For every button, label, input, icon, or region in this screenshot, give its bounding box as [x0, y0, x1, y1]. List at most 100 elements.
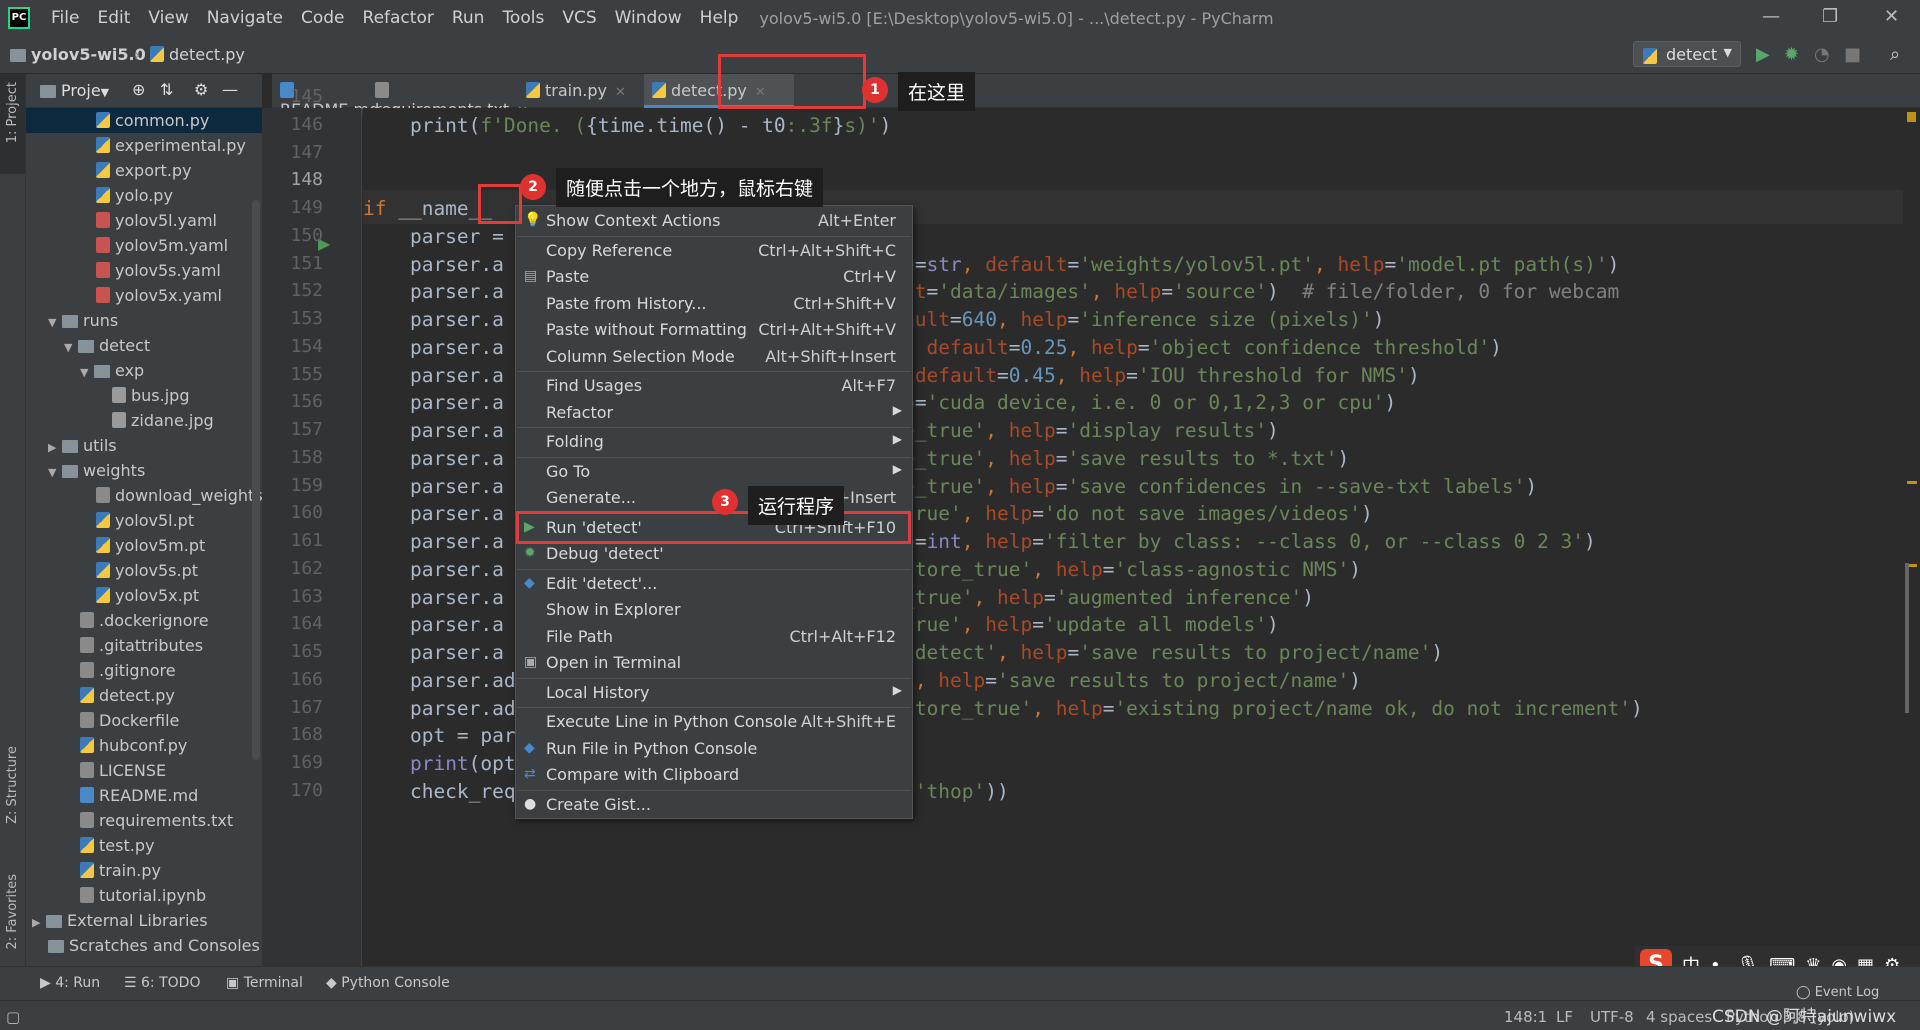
chevron-right-icon[interactable]: ▶: [32, 910, 46, 933]
tree-item[interactable]: experimental.py: [26, 133, 262, 158]
chevron-down-icon[interactable]: ▼: [48, 310, 62, 333]
scroll-thumb[interactable]: [1905, 563, 1909, 713]
tree-item[interactable]: yolov5x.yaml: [26, 283, 262, 308]
gear-icon[interactable]: ⚙: [194, 80, 208, 99]
tool-windows-icon[interactable]: ▢: [6, 1008, 20, 1026]
menu-navigate[interactable]: Navigate: [198, 8, 292, 28]
menu-item-file-path[interactable]: File Path Ctrl+Alt+F12: [516, 624, 912, 650]
editor-scrollbar[interactable]: [1903, 108, 1920, 966]
menu-item-execute-line-in-python-console[interactable]: Execute Line in Python Console Alt+Shift+…: [516, 709, 912, 735]
tree-item[interactable]: yolov5s.pt: [26, 558, 262, 583]
menu-item-open-in-terminal[interactable]: ▣ Open in Terminal: [516, 650, 912, 676]
menu-file[interactable]: File: [42, 8, 88, 28]
menu-item-edit-detect[interactable]: ◆ Edit 'detect'...: [516, 571, 912, 597]
tree-item[interactable]: yolov5l.pt: [26, 508, 262, 533]
menu-help[interactable]: Help: [691, 8, 748, 28]
tree-item[interactable]: ▼ exp: [26, 358, 262, 383]
menu-item-run-file-in-python-console[interactable]: ◆ Run File in Python Console: [516, 736, 912, 762]
menu-window[interactable]: Window: [606, 8, 691, 28]
run-tool-tab[interactable]: ▶ 4: Run: [40, 975, 100, 991]
tree-item[interactable]: common.py: [26, 108, 262, 133]
maximize-icon[interactable]: ❐: [1822, 6, 1838, 27]
tree-item[interactable]: yolov5x.pt: [26, 583, 262, 608]
file-encoding[interactable]: UTF-8: [1590, 1008, 1634, 1026]
menu-item-paste-from-history[interactable]: Paste from History... Ctrl+Shift+V: [516, 291, 912, 317]
tree-item[interactable]: ▼ runs: [26, 308, 262, 333]
menu-item-local-history[interactable]: Local History ▶: [516, 680, 912, 706]
tab-close-icon[interactable]: ✕: [615, 85, 626, 100]
tree-item[interactable]: README.md: [26, 783, 262, 808]
menu-edit[interactable]: Edit: [88, 8, 139, 28]
terminal-tool-tab[interactable]: ▣ Terminal: [226, 975, 303, 991]
python-console-tool-tab[interactable]: ◆ Python Console: [326, 975, 450, 991]
tree-item[interactable]: Scratches and Consoles: [26, 933, 262, 958]
tree-item[interactable]: download_weights.: [26, 483, 262, 508]
stop-icon[interactable]: ■: [1844, 44, 1861, 65]
minimize-icon[interactable]: —: [1762, 6, 1780, 27]
tree-item[interactable]: tutorial.ipynb: [26, 883, 262, 908]
run-icon[interactable]: ▶: [1756, 44, 1770, 65]
menu-item-show-context-actions[interactable]: 💡 Show Context Actions Alt+Enter: [516, 208, 912, 234]
menu-item-copy-reference[interactable]: Copy Reference Ctrl+Alt+Shift+C: [516, 238, 912, 264]
chevron-down-icon[interactable]: ▼: [80, 360, 94, 383]
menu-vcs[interactable]: VCS: [553, 8, 605, 28]
tree-item[interactable]: export.py: [26, 158, 262, 183]
menu-refactor[interactable]: Refactor: [354, 8, 443, 28]
debug-icon[interactable]: ✹: [1784, 44, 1799, 65]
menu-code[interactable]: Code: [292, 8, 354, 28]
event-log-tool-tab[interactable]: ◯ Event Log: [1796, 985, 1879, 1000]
line-separator[interactable]: LF: [1556, 1008, 1573, 1026]
breadcrumb-file[interactable]: detect.py: [150, 45, 245, 64]
tree-item[interactable]: yolo.py: [26, 183, 262, 208]
menu-item-column-selection-mode[interactable]: Column Selection Mode Alt+Shift+Insert: [516, 344, 912, 370]
coverage-icon[interactable]: ◔: [1814, 44, 1830, 65]
chevron-down-icon[interactable]: ▼: [48, 460, 62, 483]
tree-item[interactable]: LICENSE: [26, 758, 262, 783]
project-view-select[interactable]: Proje: [61, 81, 101, 100]
menu-view[interactable]: View: [139, 8, 197, 28]
menu-tools[interactable]: Tools: [493, 8, 553, 28]
tree-item[interactable]: test.py: [26, 833, 262, 858]
project-scrollbar[interactable]: [252, 200, 260, 760]
favorites-tool-tab[interactable]: 2: Favorites: [5, 874, 20, 950]
tree-item[interactable]: .gitignore: [26, 658, 262, 683]
chevron-down-icon[interactable]: ▼: [64, 335, 78, 358]
caret-position[interactable]: 148:1: [1504, 1008, 1547, 1026]
locate-icon[interactable]: ⊕: [132, 80, 145, 99]
close-icon[interactable]: ✕: [1884, 6, 1899, 27]
tree-item[interactable]: hubconf.py: [26, 733, 262, 758]
tree-item[interactable]: yolov5m.pt: [26, 533, 262, 558]
tree-item[interactable]: requirements.txt: [26, 808, 262, 833]
tree-item[interactable]: yolov5m.yaml: [26, 233, 262, 258]
tree-item[interactable]: yolov5l.yaml: [26, 208, 262, 233]
tree-item[interactable]: train.py: [26, 858, 262, 883]
tree-item[interactable]: ▼ weights: [26, 458, 262, 483]
indent-setting[interactable]: 4 spaces: [1646, 1008, 1712, 1026]
chevron-right-icon[interactable]: ▶: [48, 435, 62, 458]
menu-item-debug-detect[interactable]: ✹ Debug 'detect': [516, 541, 912, 567]
collapse-all-icon[interactable]: ⇅: [160, 80, 173, 99]
breadcrumb-project[interactable]: yolov5-wi5.0: [10, 45, 146, 64]
tree-item[interactable]: ▼ detect: [26, 333, 262, 358]
todo-tool-tab[interactable]: ☰ 6: TODO: [124, 975, 200, 991]
tree-item[interactable]: ▶ utils: [26, 433, 262, 458]
project-tool-tab[interactable]: 1: Project: [5, 82, 20, 143]
tab-train-py[interactable]: train.py ✕: [518, 74, 636, 108]
hide-icon[interactable]: —: [222, 80, 238, 99]
tree-item[interactable]: .gitattributes: [26, 633, 262, 658]
tree-item[interactable]: .dockerignore: [26, 608, 262, 633]
menu-item-folding[interactable]: Folding ▶: [516, 429, 912, 455]
tab-requirements-txt[interactable]: requirements.txt✕: [367, 74, 528, 119]
menu-item-find-usages[interactable]: Find Usages Alt+F7: [516, 373, 912, 399]
tree-item[interactable]: yolov5s.yaml: [26, 258, 262, 283]
menu-item-show-in-explorer[interactable]: Show in Explorer: [516, 597, 912, 623]
menu-item-paste[interactable]: ▤ Paste Ctrl+V: [516, 264, 912, 290]
menu-item-compare-with-clipboard[interactable]: ⇄ Compare with Clipboard: [516, 762, 912, 788]
tree-item[interactable]: detect.py: [26, 683, 262, 708]
menu-item-go-to[interactable]: Go To ▶: [516, 459, 912, 485]
menu-item-refactor[interactable]: Refactor ▶: [516, 400, 912, 426]
structure-tool-tab[interactable]: Z: Structure: [5, 746, 20, 824]
tree-item[interactable]: Dockerfile: [26, 708, 262, 733]
tree-item[interactable]: ▶ External Libraries: [26, 908, 262, 933]
run-config-select[interactable]: detect ▼: [1633, 41, 1741, 67]
